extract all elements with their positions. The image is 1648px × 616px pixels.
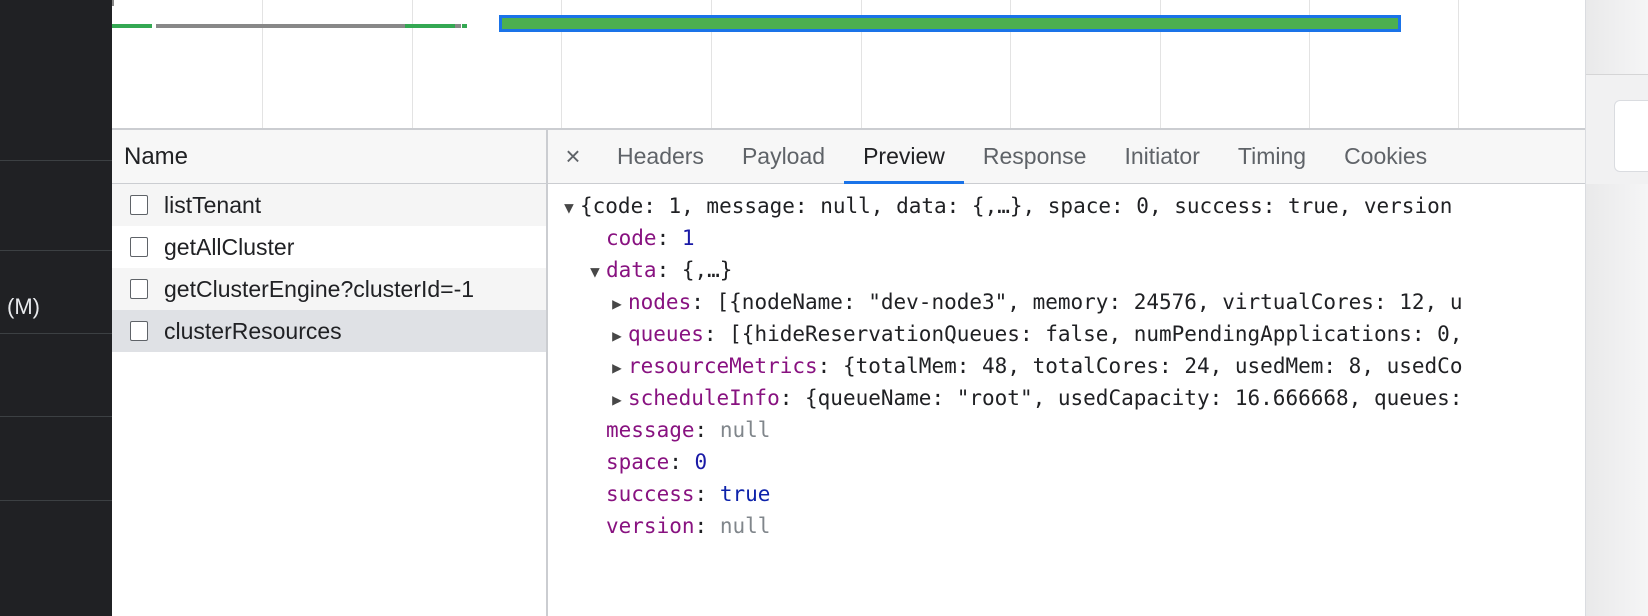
json-key: version: [606, 514, 695, 538]
json-value: true: [719, 482, 771, 506]
timing-bar: [462, 24, 467, 28]
json-summary: [{hideReservationQueues: false, numPendi…: [729, 322, 1463, 346]
triangle-right-icon[interactable]: ▶: [606, 384, 628, 416]
sidebar-divider: [0, 500, 112, 501]
request-row[interactable]: listTenant: [112, 184, 546, 226]
json-value: 0: [694, 450, 708, 474]
request-name: getClusterEngine?clusterId=-1: [164, 275, 475, 302]
sidebar-divider: [0, 250, 112, 251]
json-value: null: [719, 418, 771, 442]
json-data-line[interactable]: ▼ data: {,…}: [548, 254, 1585, 286]
json-key: code: [606, 226, 657, 250]
triangle-right-icon[interactable]: ▶: [606, 288, 628, 320]
sidebar-divider: [0, 160, 112, 161]
json-property: space: 0: [606, 450, 708, 474]
json-property: version: null: [606, 514, 771, 538]
overview-gridline: [262, 0, 263, 128]
page-card: [1614, 100, 1648, 172]
sidebar-divider: [0, 333, 112, 334]
json-summary: [{nodeName: "dev-node3", memory: 24576, …: [716, 290, 1463, 314]
request-checkbox[interactable]: [130, 237, 148, 257]
json-summary: {totalMem: 48, totalCores: 24, usedMem: …: [842, 354, 1463, 378]
request-detail-panel: × Headers Payload Preview Response Initi…: [548, 130, 1585, 616]
tab-timing[interactable]: Timing: [1219, 130, 1325, 183]
json-root-line[interactable]: ▼ {code: 1, message: null, data: {,…}, sp…: [548, 190, 1585, 222]
json-summary: {,…}: [681, 258, 733, 282]
json-root-summary: {code: 1, message: null, data: {,…}, spa…: [580, 194, 1453, 218]
overview-gridline: [1458, 0, 1459, 128]
timing-bar: [455, 24, 461, 28]
request-name: clusterResources: [164, 317, 342, 344]
timing-bar: [156, 24, 406, 28]
close-icon[interactable]: ×: [548, 130, 598, 183]
json-key: message: [606, 418, 695, 442]
json-queues-line[interactable]: ▶ queues: [{hideReservationQueues: false,…: [548, 318, 1585, 350]
json-nodes-line[interactable]: ▶ nodes: [{nodeName: "dev-node3", memory:…: [548, 286, 1585, 318]
json-key: success: [606, 482, 695, 506]
request-checkbox[interactable]: [130, 321, 148, 341]
tab-headers[interactable]: Headers: [598, 130, 723, 183]
request-list-panel: Name listTenant getAllCluster getCluster…: [112, 130, 548, 616]
json-key: nodes: [628, 290, 692, 314]
json-key: queues: [628, 322, 704, 346]
request-name: getAllCluster: [164, 233, 295, 260]
request-checkbox[interactable]: [130, 195, 148, 215]
selected-request-bar[interactable]: [499, 15, 1401, 32]
tab-payload[interactable]: Payload: [723, 130, 844, 183]
request-checkbox[interactable]: [130, 279, 148, 299]
tab-preview[interactable]: Preview: [844, 130, 964, 184]
timing-bar: [405, 24, 455, 28]
underlying-page-edge: [1586, 0, 1648, 616]
json-value: 1: [681, 226, 695, 250]
overview-tick: [112, 0, 114, 6]
left-app-sidebar: (M): [0, 0, 112, 616]
sidebar-label[interactable]: (M): [7, 292, 40, 322]
network-overview-timeline[interactable]: [112, 0, 1585, 130]
triangle-right-icon[interactable]: ▶: [606, 352, 628, 384]
tab-response[interactable]: Response: [964, 130, 1106, 183]
json-key: data: [606, 258, 657, 282]
json-property: code: 1: [606, 226, 695, 250]
name-column-header[interactable]: Name: [112, 130, 546, 184]
request-name: listTenant: [164, 191, 262, 218]
json-property: success: true: [606, 482, 771, 506]
devtools-network-panel: Name listTenant getAllCluster getCluster…: [112, 0, 1586, 616]
json-scheduleinfo-line[interactable]: ▶ scheduleInfo: {queueName: "root", usedC…: [548, 382, 1585, 414]
json-key: space: [606, 450, 670, 474]
triangle-right-icon[interactable]: ▶: [606, 320, 628, 352]
request-row-selected[interactable]: clusterResources: [112, 310, 546, 352]
detail-tabbar: × Headers Payload Preview Response Initi…: [548, 130, 1585, 184]
request-row[interactable]: getAllCluster: [112, 226, 546, 268]
json-property: message: null: [606, 418, 771, 442]
tab-cookies[interactable]: Cookies: [1325, 130, 1446, 183]
json-value: null: [719, 514, 771, 538]
json-key: resourceMetrics: [628, 354, 818, 378]
triangle-down-icon[interactable]: ▼: [558, 192, 580, 224]
json-resourcemetrics-line[interactable]: ▶ resourceMetrics: {totalMem: 48, totalCo…: [548, 350, 1585, 382]
json-preview: ▼ {code: 1, message: null, data: {,…}, sp…: [548, 184, 1585, 542]
timing-bar: [112, 24, 152, 28]
json-key: scheduleInfo: [628, 386, 780, 410]
page-divider: [1586, 74, 1648, 75]
request-row[interactable]: getClusterEngine?clusterId=-1: [112, 268, 546, 310]
json-summary: {queueName: "root", usedCapacity: 16.666…: [805, 386, 1463, 410]
overview-gridline: [412, 0, 413, 128]
tab-initiator[interactable]: Initiator: [1105, 130, 1218, 183]
sidebar-divider: [0, 416, 112, 417]
triangle-down-icon[interactable]: ▼: [584, 256, 606, 288]
